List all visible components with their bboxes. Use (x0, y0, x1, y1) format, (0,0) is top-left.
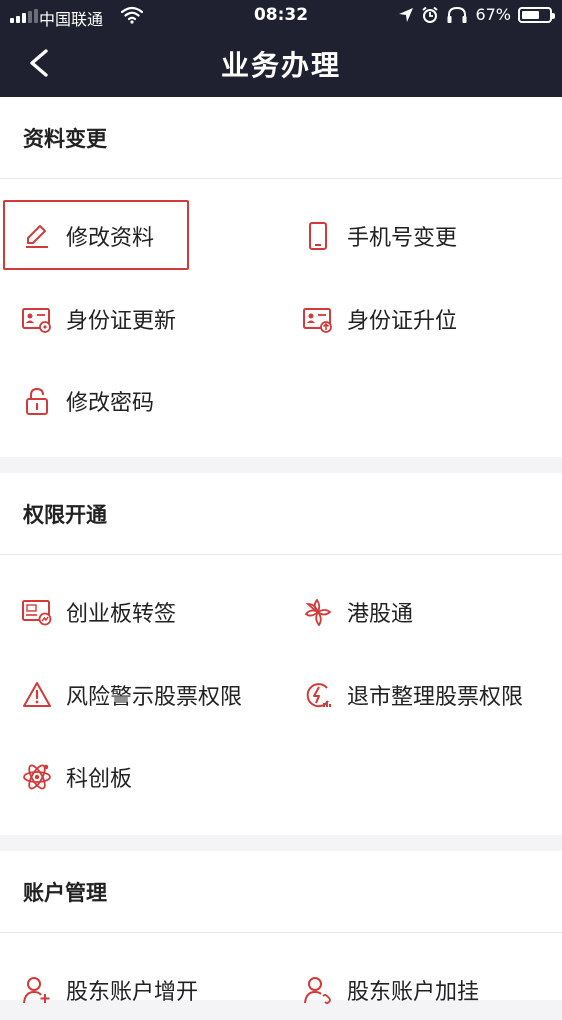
menu-item-label: 退市整理股票权限 (347, 685, 524, 710)
menu-item-label: 创业板转签 (66, 602, 177, 627)
section-title: 权限开通 (0, 473, 562, 555)
battery-percent: 67% (475, 5, 511, 24)
section-profile-change: 资料变更 修改资料 手机号变更 身份证更新 身份证升位 修改密码 (0, 97, 562, 457)
menu-item-phone-change[interactable]: 手机号变更 (303, 206, 457, 266)
menu-item-label: 修改资料 (66, 226, 155, 251)
page-title: 业务办理 (220, 49, 341, 82)
section-title: 资料变更 (0, 97, 562, 179)
menu-item-add-account[interactable]: 股东账户增开 (22, 960, 198, 1020)
menu-item-risk-warning[interactable]: 风险警示股票权限 (22, 665, 242, 725)
headphones-icon (447, 6, 467, 23)
lock-icon (22, 386, 52, 416)
menu-item-chinext-transfer[interactable]: 创业板转签 (22, 582, 176, 642)
top-bar: 中国联通 08:32 67% 业务办理 (0, 0, 562, 97)
mobile-phone-icon (303, 221, 333, 251)
menu-item-label: 身份证升位 (347, 309, 458, 334)
edit-pencil-icon (22, 221, 52, 251)
menu-item-label: 手机号变更 (347, 226, 458, 251)
atom-icon (22, 762, 52, 792)
menu-item-label: 股东账户加挂 (347, 980, 480, 1005)
menu-item-delisting[interactable]: 退市整理股票权限 (303, 665, 523, 725)
menu-item-label: 修改密码 (66, 391, 155, 416)
menu-item-label: 股东账户增开 (66, 980, 199, 1005)
id-card-upgrade-icon (303, 304, 333, 334)
section-permissions: 权限开通 创业板转签 港股通 风险警示股票权限 退市整理股票权限 科创板 (0, 473, 562, 835)
menu-item-id-update[interactable]: 身份证更新 (22, 289, 176, 349)
menu-item-hk-connect[interactable]: 港股通 (303, 582, 413, 642)
menu-item-label: 身份证更新 (66, 309, 177, 334)
menu-item-edit-profile[interactable]: 修改资料 (22, 206, 154, 266)
battery-icon (518, 6, 555, 23)
status-bar: 中国联通 08:32 67% (0, 0, 562, 32)
alarm-clock-icon (422, 6, 439, 23)
menu-item-change-password[interactable]: 修改密码 (22, 371, 154, 431)
section-title: 账户管理 (0, 851, 562, 933)
menu-item-label: 风险警示股票权限 (66, 685, 243, 710)
menu-item-id-upgrade[interactable]: 身份证升位 (303, 289, 457, 349)
section-account-management: 账户管理 股东账户增开 股东账户加挂 (0, 851, 562, 1005)
bauhinia-flower-icon (303, 597, 333, 627)
menu-item-label: 港股通 (347, 602, 414, 627)
menu-item-label: 科创板 (66, 767, 133, 792)
menu-item-star-market[interactable]: 科创板 (22, 747, 132, 807)
user-link-icon (303, 975, 333, 1005)
warning-triangle-icon (22, 680, 52, 710)
location-arrow-icon (399, 7, 414, 22)
id-card-update-icon (22, 304, 52, 334)
menu-item-attach-account[interactable]: 股东账户加挂 (303, 960, 479, 1020)
chinext-card-icon (22, 597, 52, 627)
user-add-icon (22, 975, 52, 1005)
delisting-bolt-icon (303, 680, 333, 710)
